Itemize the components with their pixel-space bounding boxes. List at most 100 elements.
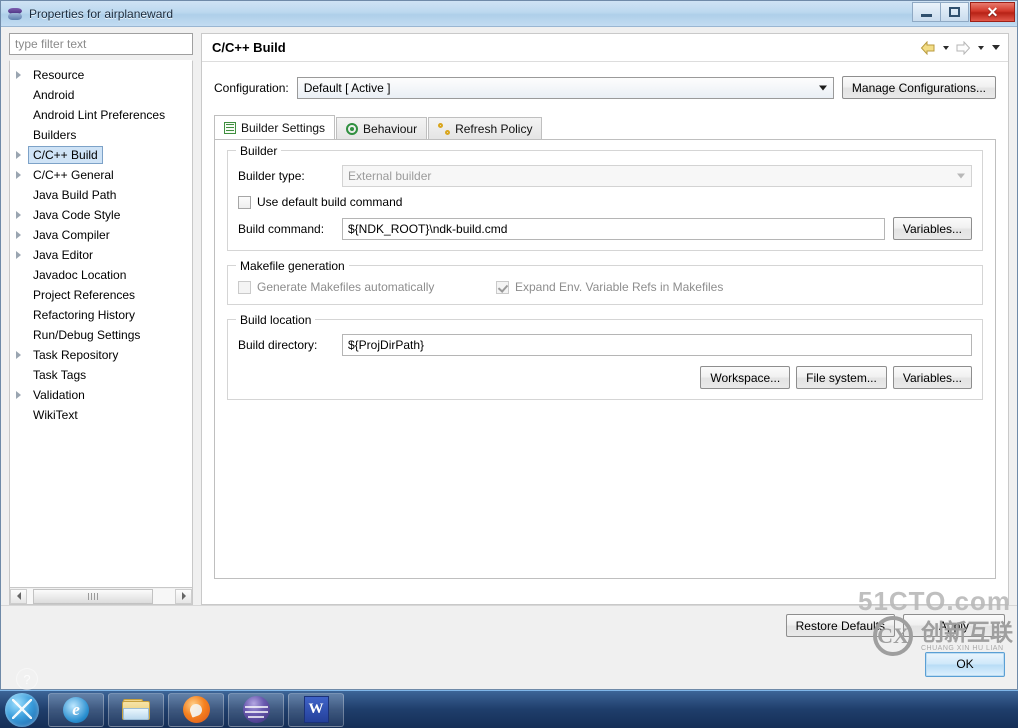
list-settings-icon <box>224 121 236 134</box>
apply-button[interactable]: Apply <box>903 614 1005 637</box>
page-title: C/C++ Build <box>212 40 286 55</box>
sidebar-item-builders[interactable]: Builders <box>10 125 192 145</box>
sidebar-item-android-lint-preferences[interactable]: Android Lint Preferences <box>10 105 192 125</box>
configuration-select[interactable]: Default [ Active ] <box>296 76 834 99</box>
use-default-build-command-checkbox[interactable]: Use default build command <box>238 195 402 209</box>
tab-refresh-policy[interactable]: Refresh Policy <box>428 117 543 140</box>
page-header: C/C++ Build <box>202 34 1008 62</box>
scroll-left-button[interactable] <box>10 588 27 604</box>
filter-input[interactable]: type filter text <box>9 33 193 55</box>
makefile-generation-group: Makefile generation Generate Makefiles a… <box>227 259 983 305</box>
sidebar-item-java-code-style[interactable]: Java Code Style <box>10 205 192 225</box>
file-system-button[interactable]: File system... <box>796 366 887 389</box>
tab-behaviour[interactable]: Behaviour <box>336 117 428 140</box>
taskbar-item-eclipse[interactable] <box>228 692 284 727</box>
expand-arrow-icon[interactable] <box>16 151 21 159</box>
start-button[interactable] <box>0 692 44 728</box>
taskbar-item-windows-explorer[interactable] <box>108 692 164 727</box>
view-menu-button[interactable] <box>989 39 1002 57</box>
manage-configurations-button[interactable]: Manage Configurations... <box>841 76 996 99</box>
sidebar-item-c-c-build[interactable]: C/C++ Build <box>10 145 192 165</box>
sidebar-item-label: Android Lint Preferences <box>33 108 166 122</box>
sidebar-item-c-c-general[interactable]: C/C++ General <box>10 165 192 185</box>
expand-arrow-icon[interactable] <box>16 391 21 399</box>
sidebar-item-validation[interactable]: Validation <box>10 385 192 405</box>
build-location-variables-button[interactable]: Variables... <box>892 366 972 389</box>
windows-start-orb-icon <box>5 692 39 727</box>
properties-dialog: Properties for airplaneward ✕ type filte… <box>0 0 1018 690</box>
configuration-value: Default [ Active ] <box>303 80 391 95</box>
back-history-button[interactable] <box>939 39 952 57</box>
restore-defaults-button[interactable]: Restore Defaults <box>785 614 895 637</box>
sidebar-item-refactoring-history[interactable]: Refactoring History <box>10 305 192 325</box>
ok-button[interactable]: OK <box>925 651 1005 677</box>
build-command-input[interactable]: ${NDK_ROOT}\ndk-build.cmd <box>342 217 885 240</box>
tree-horizontal-scrollbar[interactable] <box>9 588 193 605</box>
builder-group: Builder Builder type: External builder U… <box>227 144 983 251</box>
tab-builder-settings[interactable]: Builder Settings <box>214 115 336 139</box>
page-content: Configuration: Default [ Active ] Manage… <box>202 62 1008 604</box>
build-command-label: Build command: <box>238 221 325 236</box>
help-icon[interactable]: ? <box>16 668 38 690</box>
sidebar-item-label: WikiText <box>33 408 78 422</box>
scrollbar-track[interactable] <box>27 588 175 604</box>
expand-arrow-icon[interactable] <box>16 231 21 239</box>
build-command-variables-button[interactable]: Variables... <box>892 217 972 240</box>
forward-button[interactable] <box>954 39 972 57</box>
triangle-left-icon <box>16 592 21 600</box>
scrollbar-thumb[interactable] <box>33 588 153 604</box>
minimize-button[interactable] <box>912 2 941 22</box>
expand-arrow-icon[interactable] <box>16 251 21 259</box>
window-controls: ✕ <box>912 2 1015 22</box>
sidebar-item-resource[interactable]: Resource <box>10 65 192 85</box>
sidebar-item-java-build-path[interactable]: Java Build Path <box>10 185 192 205</box>
filter-placeholder: type filter text <box>15 37 87 51</box>
dialog-titlebar[interactable]: Properties for airplaneward ✕ <box>1 1 1017 27</box>
sidebar-item-javadoc-location[interactable]: Javadoc Location <box>10 265 192 285</box>
back-button[interactable] <box>919 39 937 57</box>
close-button[interactable]: ✕ <box>970 2 1015 22</box>
sidebar-item-label: Task Tags <box>33 368 87 382</box>
workspace-button[interactable]: Workspace... <box>700 366 791 389</box>
expand-arrow-icon[interactable] <box>16 171 21 179</box>
forward-arrow-icon <box>956 40 971 55</box>
windows-explorer-icon <box>122 698 150 721</box>
firefox-icon <box>182 696 210 723</box>
sidebar-item-java-compiler[interactable]: Java Compiler <box>10 225 192 245</box>
sidebar-item-label: Builders <box>33 128 77 142</box>
maximize-button[interactable] <box>940 2 969 22</box>
chevron-down-icon <box>818 85 827 90</box>
expand-arrow-icon[interactable] <box>16 351 21 359</box>
build-directory-input[interactable]: ${ProjDirPath} <box>342 334 972 356</box>
sidebar-item-project-references[interactable]: Project References <box>10 285 192 305</box>
expand-arrow-icon[interactable] <box>16 211 21 219</box>
sidebar-item-task-tags[interactable]: Task Tags <box>10 365 192 385</box>
sidebar-item-android[interactable]: Android <box>10 85 192 105</box>
sidebar-item-java-editor[interactable]: Java Editor <box>10 245 192 265</box>
tab-strip: Builder Settings Behaviour Refresh Polic… <box>214 115 996 140</box>
maximize-icon <box>949 7 960 17</box>
settings-tree[interactable]: Resource Android Android Lint Preferences B… <box>9 60 193 588</box>
build-directory-value: ${ProjDirPath} <box>348 338 425 352</box>
taskbar-item-internet-explorer[interactable]: e <box>48 692 104 727</box>
generate-makefiles-checkbox: Generate Makefiles automatically <box>238 280 488 294</box>
eclipse-icon <box>242 696 270 723</box>
expand-arrow-icon[interactable] <box>16 71 21 79</box>
checkbox-box <box>238 195 251 209</box>
forward-history-button[interactable] <box>974 39 987 57</box>
taskbar-item-wps-writer[interactable]: W <box>288 692 344 727</box>
checkbox-label: Use default build command <box>257 195 403 209</box>
sidebar-item-label: C/C++ Build <box>28 146 103 164</box>
builder-type-value: External builder <box>348 169 432 183</box>
scroll-right-button[interactable] <box>175 588 192 604</box>
taskbar-item-firefox[interactable] <box>168 692 224 727</box>
sidebar-item-task-repository[interactable]: Task Repository <box>10 345 192 365</box>
sidebar-item-run-debug-settings[interactable]: Run/Debug Settings <box>10 325 192 345</box>
sidebar-item-label: Task Repository <box>33 348 119 362</box>
configuration-label: Configuration: <box>214 80 289 95</box>
makefile-options-row: Generate Makefiles automatically Expand … <box>238 280 972 294</box>
sidebar-item-wikitext[interactable]: WikiText <box>10 405 192 425</box>
makefile-group-legend: Makefile generation <box>236 259 349 273</box>
chevron-down-icon <box>991 45 1000 50</box>
build-location-group: Build location Build directory: ${ProjDi… <box>227 313 983 400</box>
